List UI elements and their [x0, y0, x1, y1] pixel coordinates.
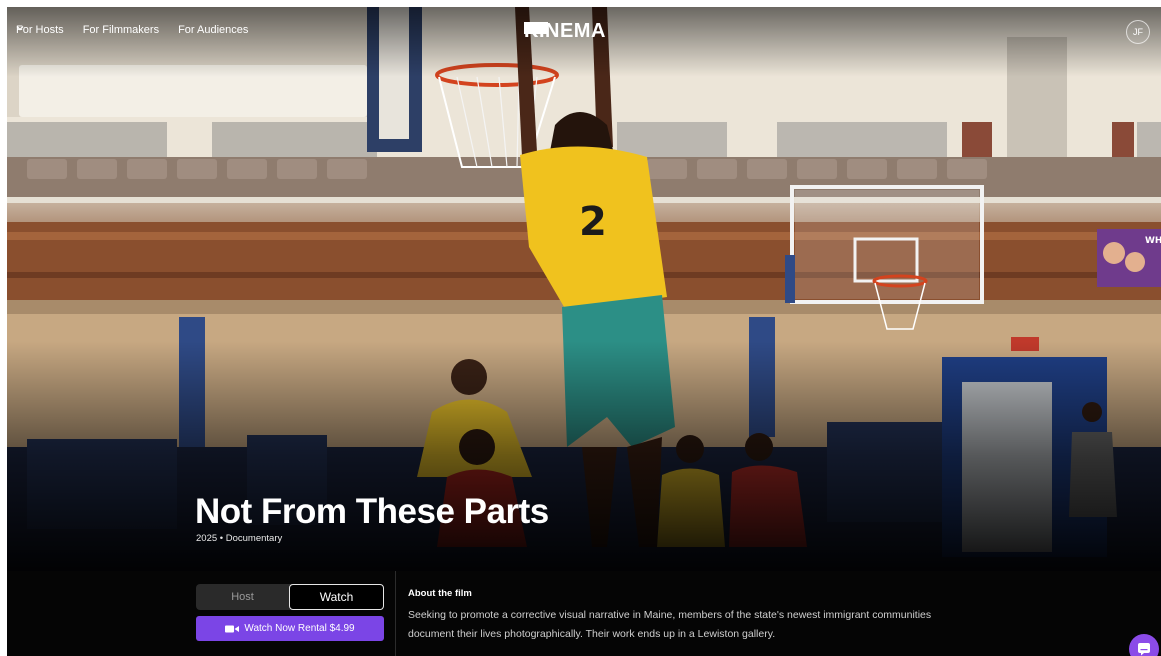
- jersey-number: 2: [579, 199, 607, 245]
- toggle-host-label: Host: [231, 591, 254, 603]
- avatar-initials: JF: [1133, 27, 1143, 37]
- film-title: Not From These Parts: [195, 492, 549, 531]
- chat-icon: [1138, 643, 1150, 656]
- about-description: Seeking to promote a corrective visual n…: [408, 609, 932, 640]
- kinema-logo-icon: [524, 22, 548, 34]
- toggle-watch[interactable]: Watch: [289, 584, 384, 610]
- nav-link-for-audiences[interactable]: For Audiences: [16, 24, 249, 36]
- kinema-logo[interactable]: KINEMA: [524, 20, 606, 43]
- film-meta: 2025 • Documentary: [196, 533, 283, 544]
- nav-link-label: For Audiences: [178, 24, 249, 36]
- chevron-down-icon: [16, 26, 24, 31]
- host-watch-toggle: Host Watch: [196, 584, 384, 610]
- watch-button-label: Watch Now Rental $4.99: [244, 623, 355, 634]
- nav-links: For Hosts For Filmmakers For Audiences: [16, 24, 248, 36]
- toggle-watch-label: Watch: [319, 590, 354, 604]
- about-heading: About the film: [408, 588, 472, 599]
- nav-link-for-filmmakers[interactable]: For Filmmakers: [83, 24, 159, 36]
- user-avatar[interactable]: JF: [1126, 20, 1150, 44]
- film-action-panel: Host Watch Watch Now Rental $4.99 About …: [7, 571, 1161, 656]
- app-frame: WHY TOD: [7, 7, 1161, 656]
- panel-divider: [395, 571, 396, 656]
- nav-link-label: For Filmmakers: [82, 24, 160, 36]
- chat-launcher-button[interactable]: [1129, 634, 1159, 656]
- top-navigation: For Hosts For Filmmakers For Audiences K…: [7, 7, 1161, 57]
- hero-banner: WHY TOD: [7, 7, 1161, 571]
- poster-text: WHY TOD: [1145, 236, 1161, 246]
- video-camera-icon: [225, 625, 240, 632]
- hero-bottom-gradient: [7, 341, 1161, 571]
- watch-now-rental-button[interactable]: Watch Now Rental $4.99: [196, 616, 384, 641]
- toggle-host[interactable]: Host: [196, 584, 289, 610]
